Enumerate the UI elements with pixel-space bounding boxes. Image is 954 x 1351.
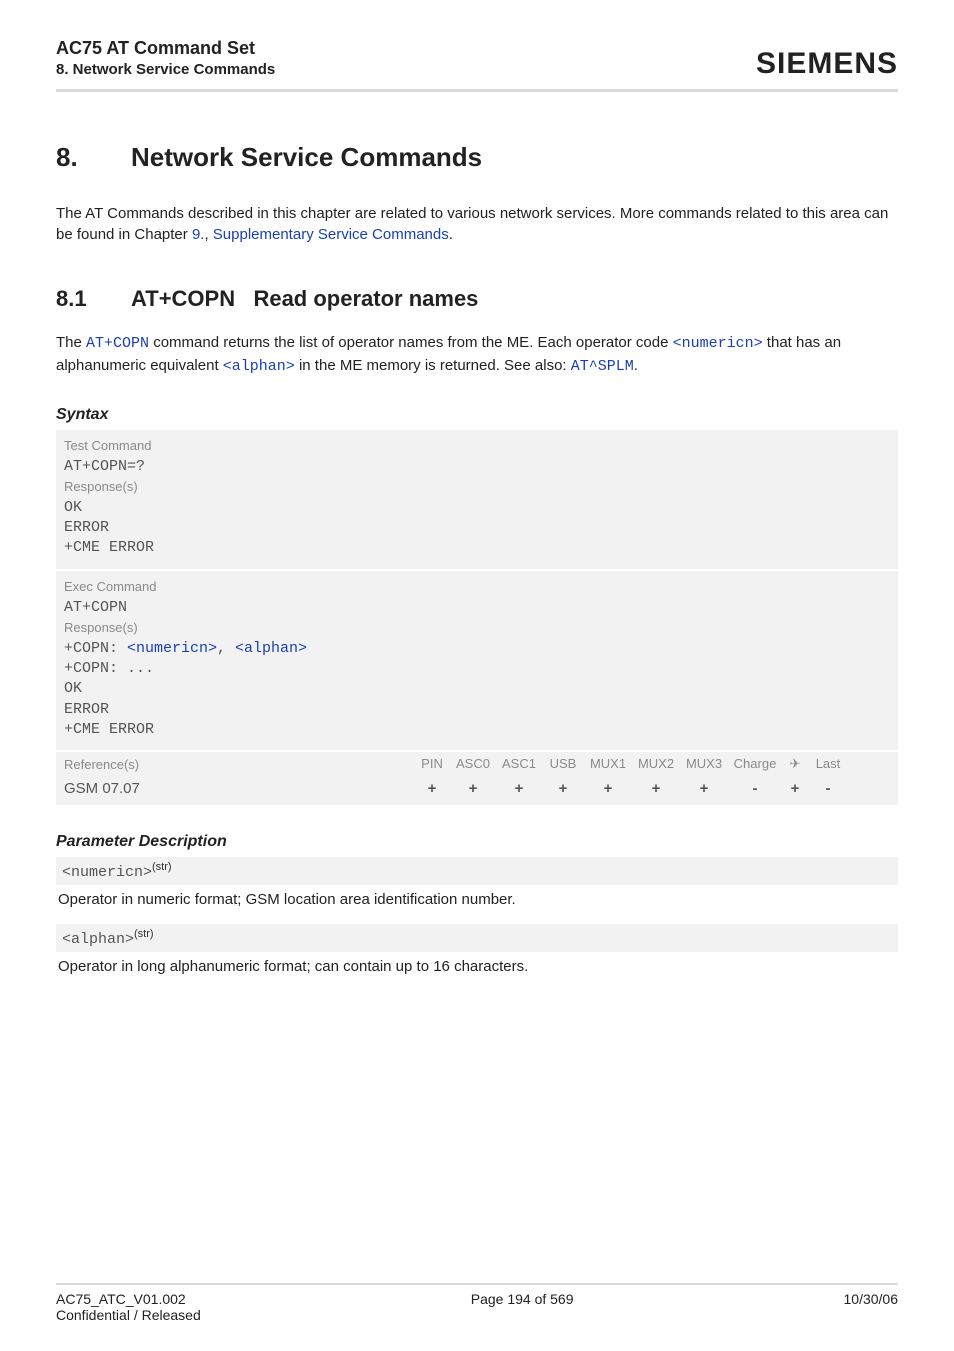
param-numericn-box: <numericn>(str)	[56, 857, 898, 885]
footer-version: AC75_ATC_V01.002	[56, 1291, 201, 1307]
chapter-number: 8.	[56, 142, 131, 173]
param-alphan-box: <alphan>(str)	[56, 924, 898, 952]
test-command-box: Test Command AT+COPN=? Response(s) OK ER…	[56, 430, 898, 571]
param-alphan-desc: Operator in long alphanumeric format; ca…	[56, 952, 898, 985]
section-number: 8.1	[56, 286, 131, 312]
doc-subtitle: 8. Network Service Commands	[56, 60, 275, 80]
reference-value: GSM 07.07	[64, 780, 414, 797]
exec-command-box: Exec Command AT+COPN Response(s) +COPN: …	[56, 571, 898, 753]
exec-response-ok: OK	[64, 679, 890, 699]
col-charge: Charge	[728, 756, 782, 772]
r1a: +COPN:	[64, 640, 127, 657]
val-air: +	[782, 780, 808, 797]
doc-title: AC75 AT Command Set	[56, 36, 275, 60]
param-alphan-name: <alphan>	[62, 931, 134, 948]
exec-response-line1: +COPN: <numericn>, <alphan>	[64, 639, 890, 659]
section-title: Read operator names	[253, 286, 478, 311]
col-airplane-icon: ✈	[782, 756, 808, 772]
param-numericn-name: <numericn>	[62, 864, 152, 881]
sp-t5: .	[634, 357, 638, 374]
exec-command-cmd: AT+COPN	[64, 598, 890, 618]
header-left: AC75 AT Command Set 8. Network Service C…	[56, 36, 275, 81]
numericn-link[interactable]: <numericn>	[673, 335, 763, 352]
footer-right: 10/30/06	[844, 1291, 899, 1323]
atsplm-link[interactable]: AT^SPLM	[571, 358, 634, 375]
param-numericn-type: (str)	[152, 861, 172, 873]
chapter-heading: 8.Network Service Commands	[56, 142, 898, 173]
exec-command-label: Exec Command	[64, 579, 890, 594]
chapter-title: Network Service Commands	[131, 142, 482, 172]
exec-response-line2: +COPN: ...	[64, 659, 890, 679]
col-pin: PIN	[414, 756, 450, 772]
reference-header-row: Reference(s) PIN ASC0 ASC1 USB MUX1 MUX2…	[56, 752, 898, 774]
sp-t2: command returns the list of operator nam…	[149, 334, 673, 351]
param-desc-heading: Parameter Description	[56, 833, 898, 851]
test-command-cmd: AT+COPN=?	[64, 457, 890, 477]
exec-response-label: Response(s)	[64, 620, 890, 635]
val-usb: +	[542, 780, 584, 797]
col-asc1: ASC1	[496, 756, 542, 772]
param-alphan-type: (str)	[134, 928, 154, 940]
val-pin: +	[414, 780, 450, 797]
intro-text: The AT Commands described in this chapte…	[56, 205, 888, 244]
test-response-error: ERROR	[64, 518, 890, 538]
val-last: -	[808, 780, 848, 797]
val-charge: -	[728, 780, 782, 797]
r1c: ,	[217, 640, 235, 657]
footer-confidential: Confidential / Released	[56, 1307, 201, 1323]
col-mux2: MUX2	[632, 756, 680, 772]
col-last: Last	[808, 756, 848, 772]
brand-logo: SIEMENS	[756, 47, 898, 81]
alphan-link[interactable]: <alphan>	[223, 358, 295, 375]
footer-left: AC75_ATC_V01.002 Confidential / Released	[56, 1291, 201, 1323]
exec-response-cme: +CME ERROR	[64, 720, 890, 740]
syntax-heading: Syntax	[56, 406, 898, 424]
supplementary-link[interactable]: Supplementary Service Commands	[213, 226, 449, 243]
col-mux1: MUX1	[584, 756, 632, 772]
footer-center: Page 194 of 569	[201, 1291, 844, 1323]
reference-value-row: GSM 07.07 + + + + + + + - + -	[56, 774, 898, 805]
intro-end: .	[449, 226, 453, 243]
intro-sep: ,	[204, 226, 212, 243]
chapter-link[interactable]: 9.	[192, 226, 205, 243]
intro-paragraph: The AT Commands described in this chapte…	[56, 203, 898, 247]
test-response-label: Response(s)	[64, 479, 890, 494]
numericn-param-link[interactable]: <numericn>	[127, 640, 217, 657]
test-response-cme: +CME ERROR	[64, 538, 890, 558]
val-mux2: +	[632, 780, 680, 797]
page-header: AC75 AT Command Set 8. Network Service C…	[56, 36, 898, 92]
col-asc0: ASC0	[450, 756, 496, 772]
val-asc1: +	[496, 780, 542, 797]
param-numericn-desc: Operator in numeric format; GSM location…	[56, 885, 898, 918]
exec-response-error: ERROR	[64, 700, 890, 720]
section-cmd: AT+COPN	[131, 286, 235, 311]
val-asc0: +	[450, 780, 496, 797]
atcopn-link[interactable]: AT+COPN	[86, 335, 149, 352]
page-footer: AC75_ATC_V01.002 Confidential / Released…	[56, 1283, 898, 1323]
reference-value-cols: + + + + + + + - + -	[414, 780, 848, 797]
sp-t4: in the ME memory is returned. See also:	[295, 357, 571, 374]
sp-t1: The	[56, 334, 86, 351]
test-command-label: Test Command	[64, 438, 890, 453]
val-mux1: +	[584, 780, 632, 797]
col-mux3: MUX3	[680, 756, 728, 772]
reference-columns: PIN ASC0 ASC1 USB MUX1 MUX2 MUX3 Charge …	[414, 756, 848, 772]
val-mux3: +	[680, 780, 728, 797]
col-usb: USB	[542, 756, 584, 772]
section-paragraph: The AT+COPN command returns the list of …	[56, 332, 898, 378]
alphan-param-link[interactable]: <alphan>	[235, 640, 307, 657]
reference-label: Reference(s)	[64, 757, 414, 772]
test-response-ok: OK	[64, 498, 890, 518]
section-heading: 8.1AT+COPN Read operator names	[56, 286, 898, 312]
